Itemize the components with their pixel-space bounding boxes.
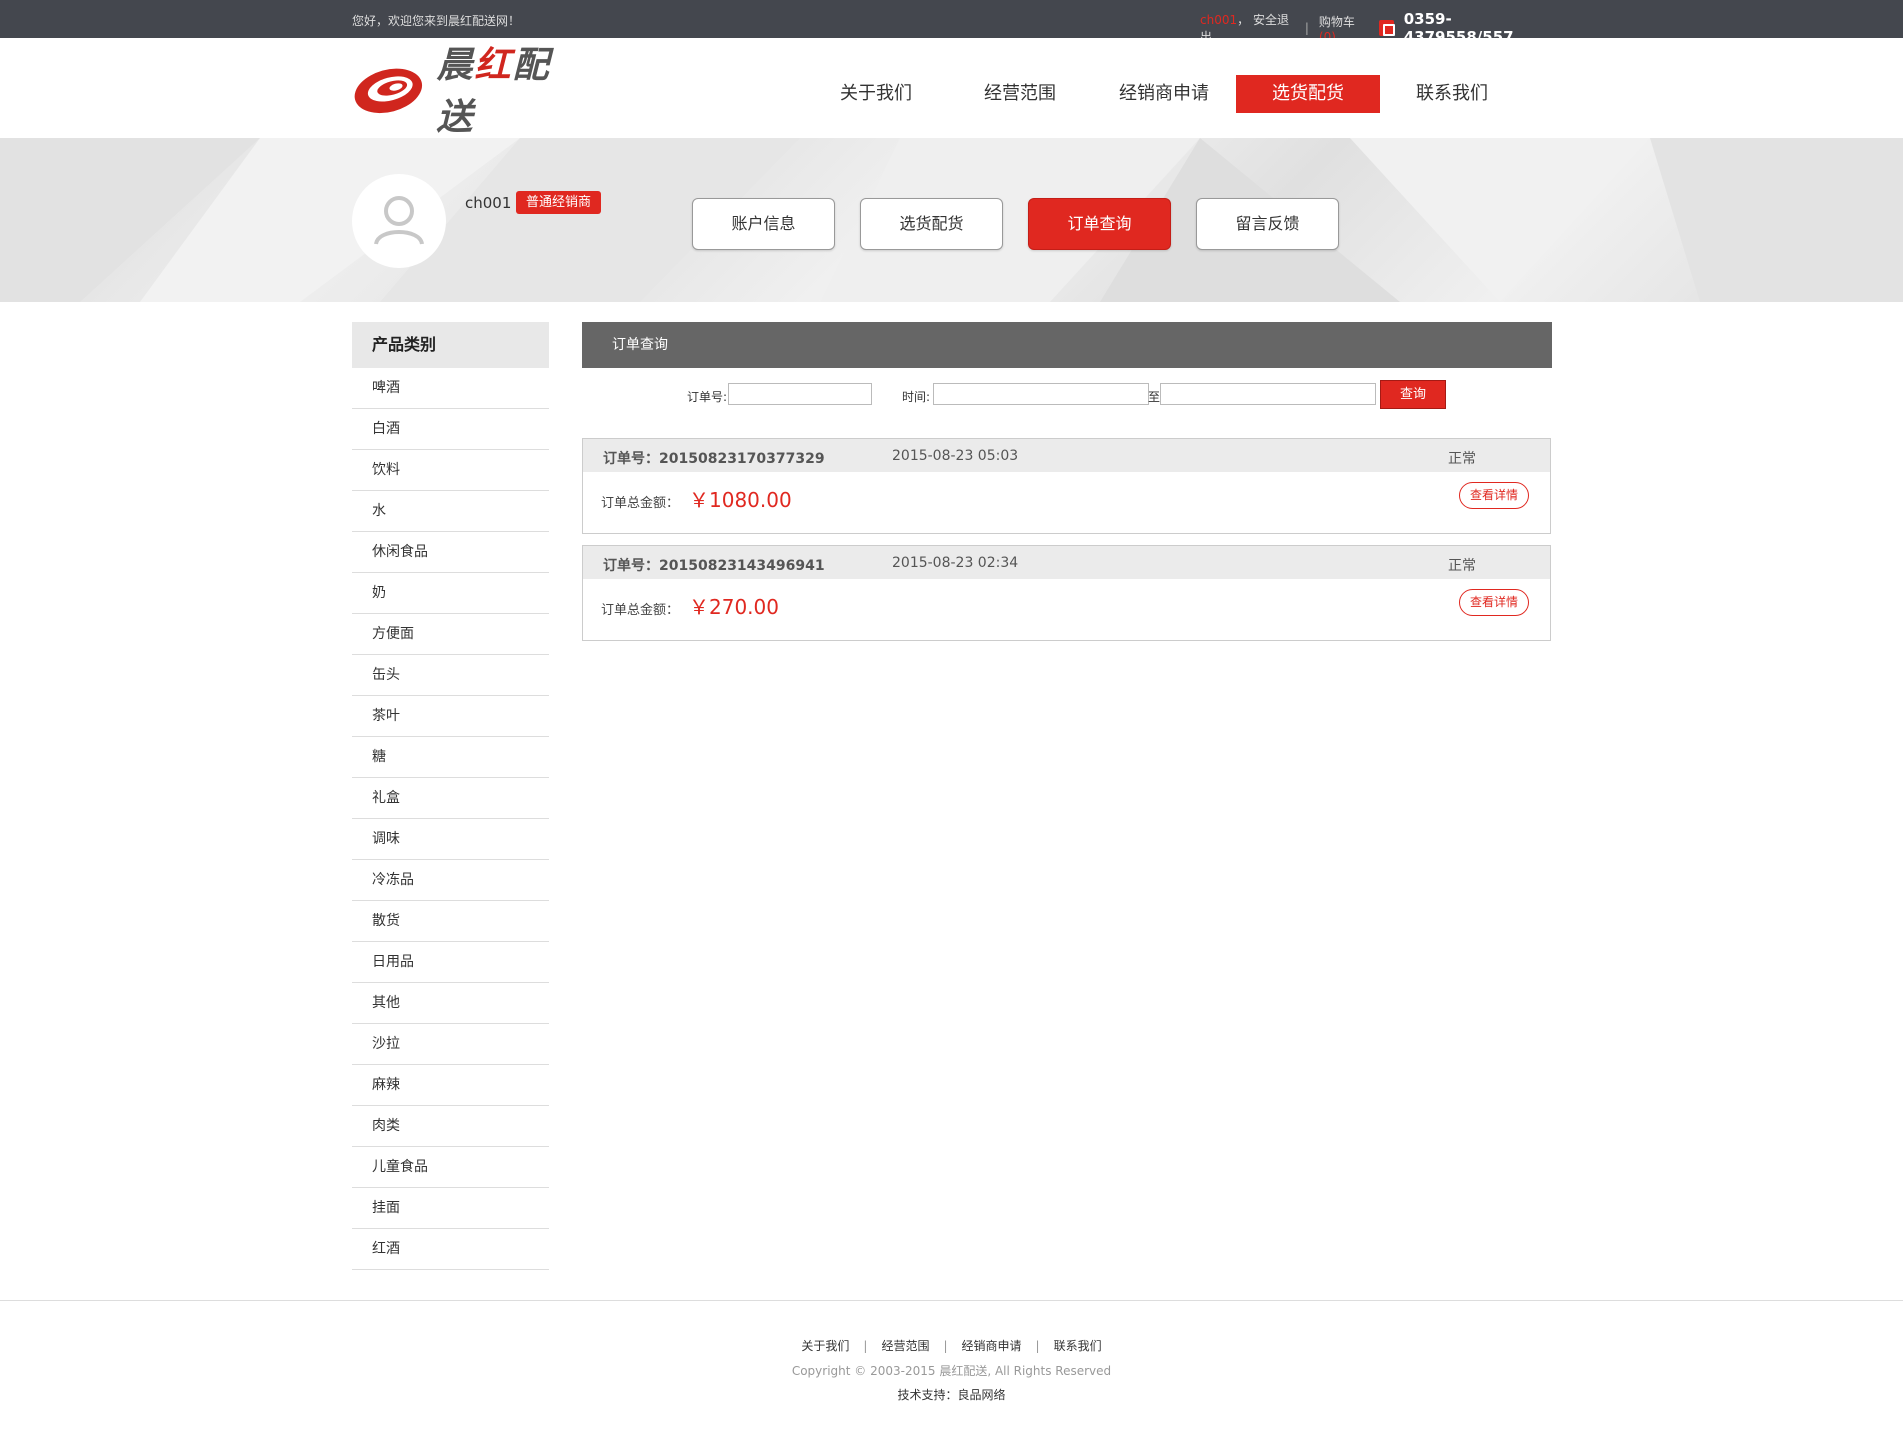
nav-contact[interactable]: 联系我们 — [1380, 75, 1524, 113]
footer-link-contact[interactable]: 联系我们 — [1054, 1339, 1102, 1353]
sidebar-item[interactable]: 红酒 — [352, 1229, 549, 1270]
sidebar-item[interactable]: 方便面 — [352, 614, 549, 655]
logo-text-a: 晨 — [436, 45, 475, 86]
nav-select-goods[interactable]: 选货配货 — [1236, 75, 1380, 113]
sidebar-item[interactable]: 日用品 — [352, 942, 549, 983]
order-amount: ￥270.00 — [689, 595, 779, 619]
order-header: 订单号：20150823143496941 2015-08-23 02:34 正… — [583, 546, 1550, 579]
category-sidebar: 产品类别 啤酒 白酒 饮料水休闲食品奶方便面 缶头 茶叶糖礼盒 调味 冷冻品 散货 日用品 其他沙… — [352, 322, 549, 1270]
sidebar-item[interactable]: 白酒 — [352, 409, 549, 450]
nav-about[interactable]: 关于我们 — [804, 75, 948, 113]
order-amount: ￥1080.00 — [689, 488, 792, 512]
welcome-text: 您好，欢迎您来到晨红配送网！ — [352, 14, 521, 28]
logo[interactable]: 晨红配送 — [352, 45, 582, 138]
order-total-label: 订单总金额： — [601, 603, 680, 618]
order-number-input[interactable] — [728, 383, 872, 405]
divider: | — [1304, 21, 1309, 35]
header: 晨红配送 关于我们 经营范围 经销商申请 选货配货 联系我们 — [0, 38, 1903, 138]
order-datetime: 2015-08-23 02:34 — [892, 555, 1019, 571]
order-status: 正常 — [1448, 451, 1476, 467]
avatar — [352, 174, 446, 268]
footer-link-scope[interactable]: 经营范围 — [881, 1339, 929, 1353]
sidebar-item[interactable]: 糖 — [352, 737, 549, 778]
order-card: 订单号：20150823170377329 2015-08-23 05:03 正… — [582, 438, 1551, 534]
sidebar-item[interactable]: 水 — [352, 491, 549, 532]
order-header: 订单号：20150823170377329 2015-08-23 05:03 正… — [583, 439, 1550, 472]
cart-label: 购物车 — [1318, 14, 1355, 29]
sidebar-item[interactable]: 休闲食品 — [352, 532, 549, 573]
sidebar-item[interactable]: 儿童食品 — [352, 1147, 549, 1188]
search-form: 订单号: 时间: 至 查询 — [582, 380, 1552, 410]
main-nav: 关于我们 经营范围 经销商申请 选货配货 联系我们 — [804, 75, 1524, 113]
profile-banner: ch001 普通经销商 账户信息 选货配货 订单查询 留言反馈 — [0, 138, 1903, 302]
order-number: 订单号：20150823143496941 — [603, 558, 825, 574]
sidebar-item[interactable]: 啤酒 — [352, 368, 549, 409]
feedback-button[interactable]: 留言反馈 — [1196, 198, 1339, 250]
footer-link-about[interactable]: 关于我们 — [801, 1339, 849, 1353]
footer-links: 关于我们 | 经营范围 | 经销商申请 | 联系我们 — [0, 1337, 1903, 1354]
sidebar-item[interactable]: 挂面 — [352, 1188, 549, 1229]
panel-title: 订单查询 — [582, 322, 1552, 368]
sidebar-item[interactable]: 饮料 — [352, 450, 549, 491]
tech-support: 技术支持：良品网络 — [897, 1388, 1006, 1402]
order-number-label: 订单号: — [687, 390, 728, 404]
category-list: 啤酒 白酒 饮料水休闲食品奶方便面 缶头 茶叶糖礼盒 调味 冷冻品 散货 日用品 其他 沙拉 麻辣 肉类… — [352, 368, 549, 1270]
footer: 关于我们 | 经营范围 | 经销商申请 | 联系我们 Copyright © 2003-20… — [0, 1300, 1903, 1402]
order-body: 订单总金额： ￥1080.00 查看详情 — [583, 472, 1550, 534]
footer-divider: | — [863, 1339, 868, 1353]
sidebar-item[interactable]: 麻辣 — [352, 1065, 549, 1106]
account-info-button[interactable]: 账户信息 — [692, 198, 835, 250]
top-bar: 您好，欢迎您来到晨红配送网！ ch001， 安全退出 | 购物车(0) 0359… — [0, 0, 1903, 46]
query-button[interactable]: 查询 — [1380, 380, 1446, 409]
user-icon — [374, 196, 424, 245]
sidebar-item[interactable]: 礼盒 — [352, 778, 549, 819]
sidebar-item[interactable]: 茶叶 — [352, 696, 549, 737]
order-datetime: 2015-08-23 05:03 — [892, 448, 1019, 464]
phone-icon — [1378, 20, 1395, 36]
select-goods-button[interactable]: 选货配货 — [860, 198, 1003, 250]
sidebar-item[interactable]: 缶头 — [352, 655, 549, 696]
order-total-label: 订单总金额： — [601, 496, 680, 511]
time-to-input[interactable] — [1160, 383, 1376, 405]
dealer-badge: 普通经销商 — [516, 191, 602, 214]
to-label: 至 — [1148, 390, 1161, 404]
sidebar-item[interactable]: 沙拉 — [352, 1024, 549, 1065]
order-card: 订单号：20150823143496941 2015-08-23 02:34 正… — [582, 545, 1551, 641]
copyright: Copyright © 2003-2015 晨红配送, All Rights R… — [791, 1364, 1112, 1378]
logo-mark-icon — [354, 68, 423, 114]
nav-business-scope[interactable]: 经营范围 — [948, 75, 1092, 113]
footer-link-dealer[interactable]: 经销商申请 — [962, 1339, 1022, 1353]
sidebar-item[interactable]: 肉类 — [352, 1106, 549, 1147]
time-from-input[interactable] — [933, 383, 1149, 405]
footer-divider: | — [1035, 1339, 1040, 1353]
sidebar-item[interactable]: 散货 — [352, 901, 549, 942]
profile-username: ch001 — [465, 194, 512, 212]
sidebar-item[interactable]: 其他 — [352, 983, 549, 1024]
order-body: 订单总金额： ￥270.00 查看详情 — [583, 579, 1550, 641]
sidebar-item[interactable]: 调味 — [352, 819, 549, 860]
comma: ， — [1237, 13, 1250, 27]
logo-text: 晨红配送 — [437, 36, 582, 140]
order-status: 正常 — [1448, 558, 1476, 574]
profile-buttons: 账户信息 选货配货 订单查询 留言反馈 — [692, 198, 1339, 250]
logo-text-b: 红 — [474, 45, 513, 86]
view-detail-button[interactable]: 查看详情 — [1459, 589, 1529, 616]
sidebar-title: 产品类别 — [352, 322, 549, 368]
order-number: 订单号：20150823170377329 — [603, 451, 825, 467]
view-detail-button[interactable]: 查看详情 — [1459, 482, 1529, 509]
sidebar-item[interactable]: 冷冻品 — [352, 860, 549, 901]
order-query-button[interactable]: 订单查询 — [1028, 198, 1171, 250]
sidebar-item[interactable]: 奶 — [352, 573, 549, 614]
nav-dealer-apply[interactable]: 经销商申请 — [1092, 75, 1236, 113]
time-label: 时间: — [902, 390, 931, 404]
footer-divider: | — [943, 1339, 948, 1353]
username-link[interactable]: ch001 — [1200, 13, 1237, 27]
